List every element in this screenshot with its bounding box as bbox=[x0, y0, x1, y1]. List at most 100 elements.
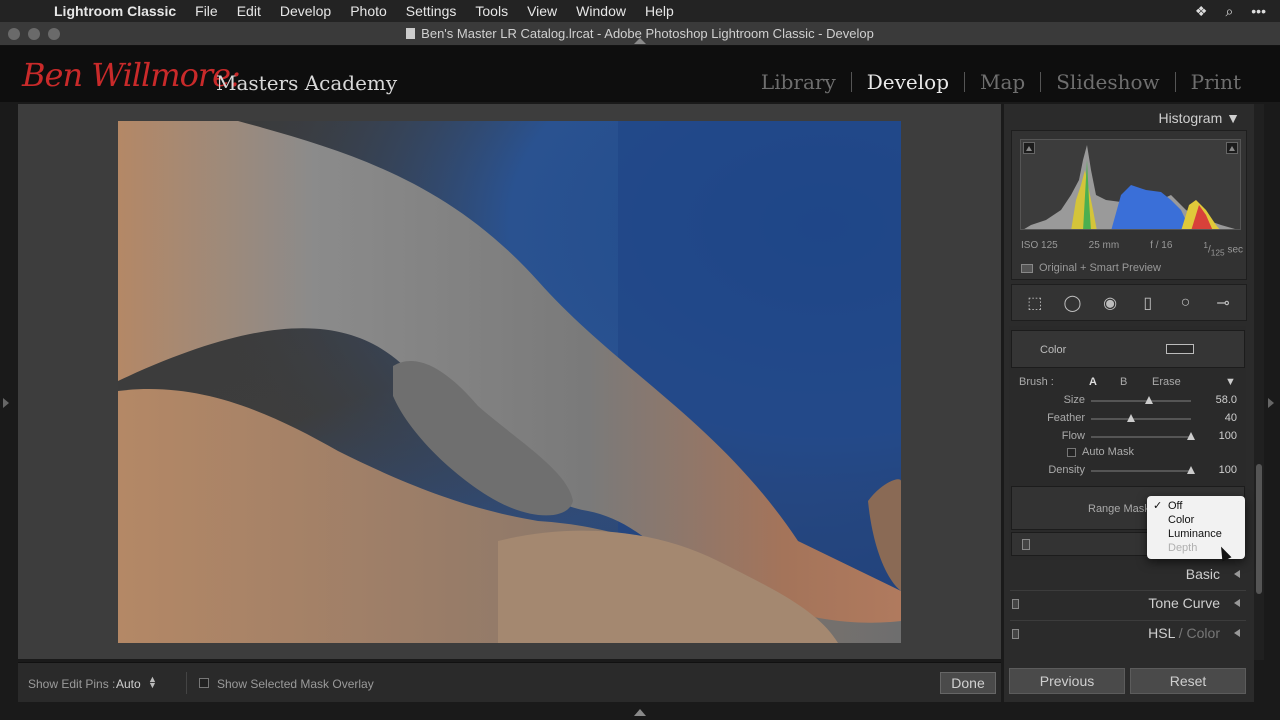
module-slideshow[interactable]: Slideshow bbox=[1041, 70, 1174, 94]
section-expand-icon[interactable] bbox=[1234, 629, 1240, 637]
right-panel-scrollbar[interactable] bbox=[1254, 104, 1264, 660]
menu-photo[interactable]: Photo bbox=[350, 3, 387, 19]
show-edit-pins-select[interactable]: Auto bbox=[116, 677, 141, 691]
mask-overlay-checkbox[interactable] bbox=[199, 678, 209, 688]
zoom-window-button[interactable] bbox=[48, 28, 60, 40]
panel-toggle-switch[interactable] bbox=[1012, 599, 1019, 609]
show-edit-pins-label: Show Edit Pins : bbox=[28, 677, 116, 691]
photo-preview[interactable] bbox=[118, 121, 901, 643]
photo-illustration bbox=[118, 121, 901, 643]
right-panel: Histogram ▼ ISO 125 25 mm f / 16 1/125 s… bbox=[1004, 104, 1254, 660]
done-button[interactable]: Done bbox=[940, 672, 996, 694]
range-option-off[interactable]: ✓ Off bbox=[1147, 499, 1245, 513]
identity-plate: Ben Willmore: Masters Academy Library De… bbox=[0, 46, 1280, 102]
range-mask-label: Range Mask bbox=[1088, 503, 1150, 515]
histogram-panel-header[interactable]: Histogram ▼ bbox=[1158, 110, 1240, 126]
menu-settings[interactable]: Settings bbox=[406, 3, 457, 19]
menu-app-name[interactable]: Lightroom Classic bbox=[54, 3, 176, 19]
panel-toggle-switch[interactable] bbox=[1022, 539, 1030, 550]
iso-value: ISO 125 bbox=[1021, 240, 1058, 251]
flow-label: Flow bbox=[1061, 430, 1085, 442]
module-library[interactable]: Library bbox=[746, 70, 851, 94]
shadow-clipping-icon[interactable] bbox=[1023, 142, 1035, 154]
menu-help[interactable]: Help bbox=[645, 3, 674, 19]
module-print[interactable]: Print bbox=[1176, 70, 1256, 94]
brand-script: Ben Willmore: bbox=[22, 56, 241, 94]
menu-tools[interactable]: Tools bbox=[475, 3, 508, 19]
feather-slider[interactable] bbox=[1091, 414, 1191, 422]
density-value[interactable]: 100 bbox=[1219, 464, 1237, 476]
close-window-button[interactable] bbox=[8, 28, 20, 40]
right-panel-toggle-icon[interactable] bbox=[1268, 398, 1274, 408]
auto-mask-checkbox[interactable] bbox=[1067, 447, 1076, 457]
histogram-title: Histogram bbox=[1158, 110, 1223, 126]
previous-button[interactable]: Previous bbox=[1009, 668, 1125, 694]
section-tone-curve[interactable]: Tone Curve bbox=[1010, 590, 1246, 616]
menu-view[interactable]: View bbox=[527, 3, 557, 19]
size-value[interactable]: 58.0 bbox=[1216, 394, 1237, 406]
minimize-window-button[interactable] bbox=[28, 28, 40, 40]
section-expand-icon[interactable] bbox=[1234, 599, 1240, 607]
histogram[interactable] bbox=[1020, 139, 1241, 230]
checkmark-icon: ✓ bbox=[1153, 500, 1163, 512]
size-slider-thumb[interactable] bbox=[1145, 396, 1153, 404]
aperture-value: f / 16 bbox=[1150, 240, 1173, 251]
brush-a-button[interactable]: A bbox=[1089, 376, 1097, 388]
smart-preview-status[interactable]: Original + Smart Preview bbox=[1021, 262, 1161, 274]
top-panel-toggle-icon[interactable] bbox=[634, 38, 646, 44]
section-basic[interactable]: Basic bbox=[1010, 562, 1246, 588]
adjustment-brush-icon[interactable]: ⊸ bbox=[1210, 293, 1236, 313]
module-map[interactable]: Map bbox=[965, 70, 1040, 94]
density-slider-row: Density 100 bbox=[1019, 464, 1243, 478]
brush-b-button[interactable]: B bbox=[1120, 376, 1127, 388]
range-mask-dropdown[interactable]: ✓ Off Color Luminance Depth bbox=[1147, 496, 1245, 559]
density-slider-thumb[interactable] bbox=[1187, 466, 1195, 474]
auto-mask-option[interactable]: Auto Mask bbox=[1067, 446, 1134, 458]
menu-develop[interactable]: Develop bbox=[280, 3, 331, 19]
color-swatch[interactable] bbox=[1166, 344, 1194, 354]
flow-slider[interactable] bbox=[1091, 432, 1195, 440]
range-option-luminance[interactable]: Luminance bbox=[1147, 527, 1245, 541]
flow-value[interactable]: 100 bbox=[1219, 430, 1237, 442]
radial-filter-icon[interactable]: ○ bbox=[1172, 294, 1198, 312]
stepper-icon[interactable]: ▲ ▼ bbox=[148, 675, 157, 690]
color-label: Color bbox=[1040, 344, 1067, 356]
smart-preview-icon bbox=[1021, 263, 1033, 273]
shutter-value: 1/125 sec bbox=[1203, 240, 1243, 258]
feather-slider-thumb[interactable] bbox=[1127, 414, 1135, 422]
flow-slider-row: Flow 100 bbox=[1019, 430, 1243, 444]
left-panel-toggle-icon[interactable] bbox=[3, 398, 9, 408]
feather-value[interactable]: 40 bbox=[1225, 412, 1237, 424]
more-icon[interactable]: ••• bbox=[1251, 3, 1266, 19]
size-slider[interactable] bbox=[1091, 396, 1191, 404]
section-hsl-color[interactable]: HSL / Color bbox=[1010, 620, 1246, 646]
menu-edit[interactable]: Edit bbox=[237, 3, 261, 19]
density-label: Density bbox=[1048, 464, 1085, 476]
brush-collapse-icon[interactable]: ▼ bbox=[1225, 376, 1236, 388]
panel-toggle-switch[interactable] bbox=[1012, 629, 1019, 639]
reset-button[interactable]: Reset bbox=[1130, 668, 1246, 694]
red-eye-icon[interactable]: ◉ bbox=[1097, 293, 1123, 313]
brush-erase-button[interactable]: Erase bbox=[1152, 376, 1181, 388]
module-picker: Library Develop Map Slideshow Print bbox=[746, 70, 1256, 94]
histogram-panel: ISO 125 25 mm f / 16 1/125 sec Original … bbox=[1011, 130, 1247, 280]
graduated-filter-icon[interactable]: ▯ bbox=[1135, 293, 1161, 313]
dropbox-icon[interactable]: ❖ bbox=[1195, 3, 1208, 20]
menu-window[interactable]: Window bbox=[576, 3, 626, 19]
bottom-panel-toggle-icon[interactable] bbox=[634, 709, 646, 716]
toolbar-divider bbox=[186, 672, 187, 694]
flow-slider-thumb[interactable] bbox=[1187, 432, 1195, 440]
search-icon[interactable]: ⌕ bbox=[1225, 3, 1233, 20]
density-slider[interactable] bbox=[1091, 466, 1195, 474]
scrollbar-thumb[interactable] bbox=[1256, 464, 1262, 594]
section-expand-icon[interactable] bbox=[1234, 570, 1240, 578]
spot-removal-icon[interactable]: ◯ bbox=[1059, 293, 1085, 313]
highlight-clipping-icon[interactable] bbox=[1226, 142, 1238, 154]
panel-collapse-icon[interactable]: ▼ bbox=[1226, 110, 1240, 126]
exif-info: ISO 125 25 mm f / 16 1/125 sec bbox=[1021, 240, 1243, 257]
smart-preview-label: Original + Smart Preview bbox=[1039, 262, 1161, 274]
module-develop[interactable]: Develop bbox=[852, 70, 964, 94]
menu-file[interactable]: File bbox=[195, 3, 218, 19]
range-option-color[interactable]: Color bbox=[1147, 513, 1245, 527]
crop-overlay-icon[interactable]: ⬚ bbox=[1022, 293, 1048, 313]
